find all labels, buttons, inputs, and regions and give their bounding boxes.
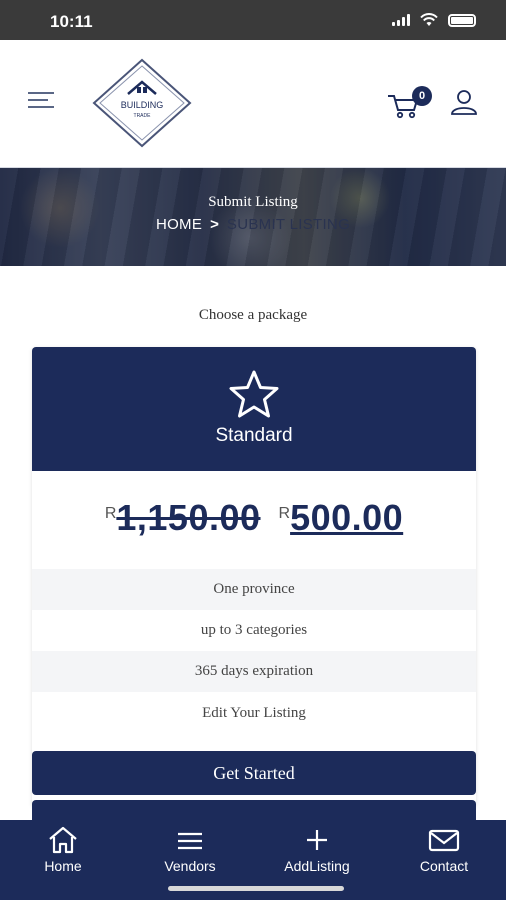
- breadcrumb-home-link[interactable]: HOME: [156, 216, 202, 233]
- mail-icon: [428, 829, 460, 852]
- status-icons: [392, 13, 476, 27]
- status-bar: 10:11: [0, 0, 506, 40]
- logo-text-sub: TRADE: [134, 113, 152, 119]
- breadcrumb-separator: >: [210, 216, 219, 233]
- hero-title: Submit Listing: [208, 194, 298, 210]
- star-icon: [229, 370, 279, 418]
- hero-banner: Submit Listing HOME > SUBMIT LISTING: [0, 168, 506, 266]
- plus-icon: [307, 830, 327, 850]
- nav-vendors[interactable]: Vendors: [150, 820, 230, 880]
- nav-home-label: Home: [44, 858, 82, 874]
- price-row: R1,150.00 R500.00: [32, 497, 476, 547]
- logo-text-main: BUILDING: [121, 100, 164, 110]
- cart-count-badge: 0: [412, 86, 432, 106]
- home-icon: [49, 826, 77, 854]
- old-price-currency: R: [104, 505, 117, 522]
- status-time: 10:11: [50, 12, 93, 31]
- feature-item: Edit Your Listing: [202, 705, 306, 721]
- package-card-standard: Standard R1,150.00 R500.00 One province u…: [32, 347, 476, 807]
- choose-package-label: Choose a package: [198, 307, 308, 323]
- hamburger-menu-icon[interactable]: [28, 92, 54, 110]
- nav-vendors-label: Vendors: [164, 858, 216, 874]
- new-price-currency: R: [278, 505, 291, 522]
- feature-item: 365 days expiration: [32, 651, 476, 692]
- get-started-button[interactable]: Get Started: [32, 751, 476, 795]
- nav-addlisting-label: AddListing: [284, 858, 350, 874]
- building-trade-logo[interactable]: BUILDING TRADE: [92, 58, 192, 148]
- new-price: 500.00: [290, 497, 404, 538]
- package-card-header: Standard: [32, 347, 476, 471]
- user-account-icon[interactable]: [450, 88, 478, 116]
- breadcrumb-current: SUBMIT LISTING: [226, 216, 351, 233]
- breadcrumb: HOME > SUBMIT LISTING: [0, 216, 506, 233]
- wifi-icon: [420, 13, 438, 26]
- feature-item: up to 3 categories: [200, 622, 308, 638]
- nav-contact[interactable]: Contact: [404, 820, 484, 880]
- nav-addlisting[interactable]: AddListing: [272, 820, 362, 880]
- package-name: Standard: [215, 425, 293, 446]
- home-indicator: [168, 886, 344, 891]
- app-header: BUILDING TRADE 0: [0, 40, 506, 168]
- nav-home[interactable]: Home: [23, 820, 103, 880]
- old-price: 1,150.00: [116, 497, 261, 538]
- nav-contact-label: Contact: [419, 858, 469, 874]
- signal-icon: [392, 14, 410, 26]
- battery-icon: [448, 13, 476, 27]
- menu-icon: [178, 832, 202, 850]
- feature-item: One province: [32, 569, 476, 610]
